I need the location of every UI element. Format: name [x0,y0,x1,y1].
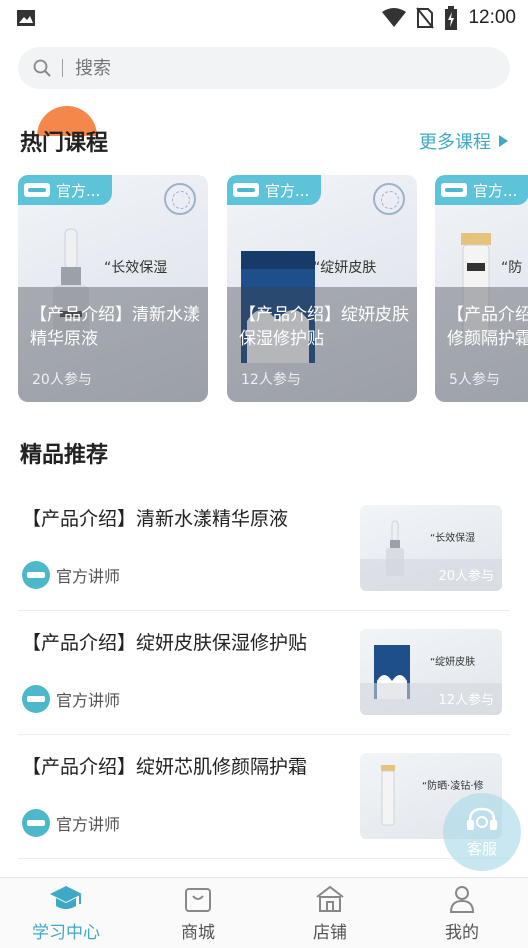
badge-label: 官方... [56,181,101,200]
tab-mall[interactable]: 商城 [132,878,264,948]
wifi-icon [382,8,407,27]
more-courses-link[interactable]: 更多课程 [419,128,508,154]
card-title: 【产品介绍】绽妍芯肌修颜隔护霜 [447,305,528,349]
card-participants: 12人参与 [241,372,301,388]
badge-label: 官方... [265,181,310,200]
card-title: 【产品介绍】绽妍皮肤保湿修护贴 [239,305,409,349]
tab-label: 商城 [181,922,215,943]
status-bar: 12:00 [0,0,528,38]
card-participants: 20人参与 [32,372,92,388]
recommended-item[interactable]: 【产品介绍】绽妍芯肌修颜隔护霜 官方讲师 “防晒·凌钻·修 [18,735,510,859]
card-participants: 5人参与 [449,372,500,388]
recommended-item[interactable]: 【产品介绍】清新水漾精华原液 官方讲师 “长效保湿 20人参与 [18,487,510,611]
recommended-item-title: 【产品介绍】清新水漾精华原液 [22,508,289,530]
brand-logo-icon [233,183,259,197]
course-card[interactable]: 官方... “绽妍皮肤 【产品介绍】绽妍皮肤保湿修护贴 12人参与 [227,175,417,402]
course-card[interactable]: 官方... “防 【产品介绍】绽妍芯肌修颜隔护霜 5人参与 [435,175,528,402]
recommended-title: 精品推荐 [20,443,109,468]
teacher-name: 官方讲师 [56,691,121,710]
official-badge: 官方... [435,175,528,205]
seal-icon [373,183,405,215]
thumbnail-slogan: “防晒·凌钻·修 [422,781,484,792]
course-thumbnail: “绽妍皮肤 12人参与 [360,629,502,715]
search-icon [33,59,51,77]
thumbnail-participants: 12人参与 [438,693,494,708]
thumbnail-slogan: “长效保湿 [430,533,476,544]
teacher-info: 官方讲师 [22,685,120,713]
customer-service-button[interactable]: 客服 [443,793,521,871]
thumbnail-participants: 20人参与 [438,569,494,584]
teacher-info: 官方讲师 [22,809,120,837]
search-bar[interactable] [18,47,510,89]
recommended-item-title: 【产品介绍】绽妍芯肌修颜隔护霜 [22,756,308,778]
tab-label: 店铺 [313,922,347,943]
tab-learning-center[interactable]: 学习中心 [0,878,132,948]
tab-label: 学习中心 [32,922,100,943]
card-title: 【产品介绍】清新水漾精华原液 [30,305,200,349]
image-notification-icon [17,10,35,26]
course-card[interactable]: 官方... “长效保湿 【产品介绍】清新水漾精华原液 20人参与 [18,175,208,402]
official-badge: 官方... [18,175,113,205]
recommended-item[interactable]: 【产品介绍】绽妍皮肤保湿修护贴 官方讲师 “绽妍皮肤 12人参与 [18,611,510,735]
customer-service-label: 客服 [466,839,497,858]
user-icon [449,885,475,913]
graduation-cap-icon [50,885,82,909]
card-slogan: “长效保湿 [104,260,168,276]
official-badge: 官方... [227,175,322,205]
card-slogan: “绽妍皮肤 [313,260,377,276]
cream-tube-image [381,765,395,826]
tab-profile[interactable]: 我的 [396,878,528,948]
course-thumbnail: “长效保湿 20人参与 [360,505,502,591]
brand-logo-icon [24,183,50,197]
tab-label: 我的 [445,922,479,943]
teacher-avatar-icon [22,809,50,837]
brand-logo-icon [441,183,467,197]
teacher-avatar-icon [22,685,50,713]
seal-icon [164,183,196,215]
card-slogan: “防 [501,260,523,276]
headset-icon [467,807,497,830]
clock-time: 12:00 [468,7,516,28]
hot-courses-title: 热门课程 [20,131,109,156]
no-sim-icon [416,7,435,29]
badge-label: 官方... [473,181,518,200]
triangle-right-icon [499,135,508,147]
hot-courses-carousel[interactable]: 官方... “长效保湿 【产品介绍】清新水漾精华原液 20人参与 官方... “… [18,175,528,403]
search-divider [62,59,63,77]
more-courses-label: 更多课程 [419,132,491,153]
bottom-tab-bar: 学习中心 商城 店铺 我的 [0,877,528,948]
teacher-info: 官方讲师 [22,561,120,589]
search-input[interactable] [75,57,455,79]
teacher-name: 官方讲师 [56,815,121,834]
teacher-name: 官方讲师 [56,567,121,586]
battery-charging-icon [445,6,458,30]
tab-store[interactable]: 店铺 [264,878,396,948]
teacher-avatar-icon [22,561,50,589]
shopping-bag-icon [185,887,211,912]
store-icon [316,885,344,912]
thumbnail-slogan: “绽妍皮肤 [430,657,476,668]
recommended-item-title: 【产品介绍】绽妍皮肤保湿修护贴 [22,632,308,654]
